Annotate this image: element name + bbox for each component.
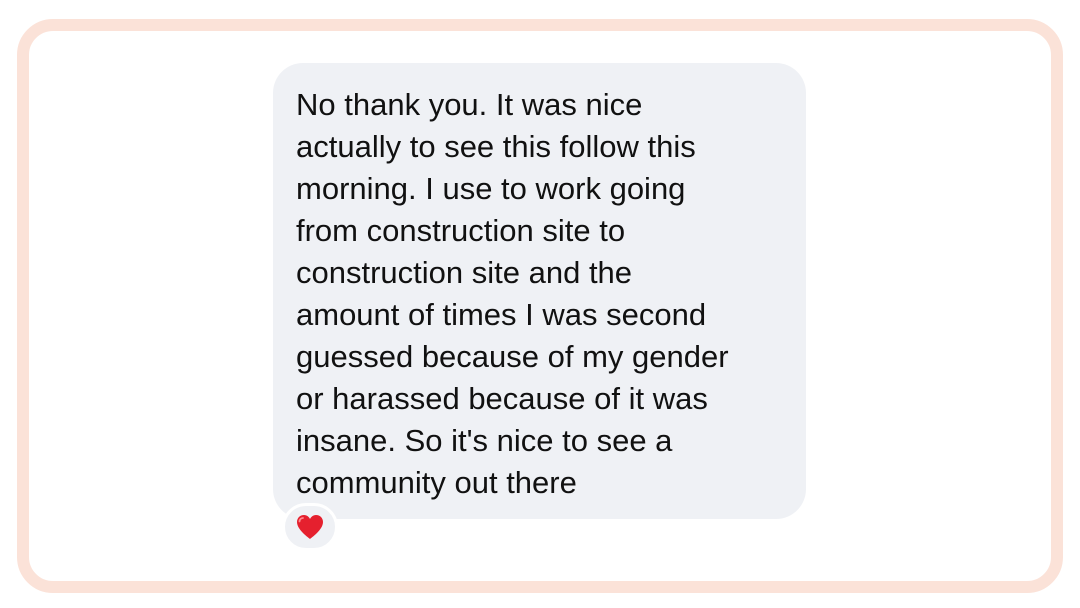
reaction-badge[interactable]	[282, 503, 338, 551]
message-text: No thank you. It was nice actually to se…	[296, 87, 729, 500]
message-bubble[interactable]: No thank you. It was nice actually to se…	[273, 63, 806, 519]
heart-icon	[297, 515, 323, 539]
